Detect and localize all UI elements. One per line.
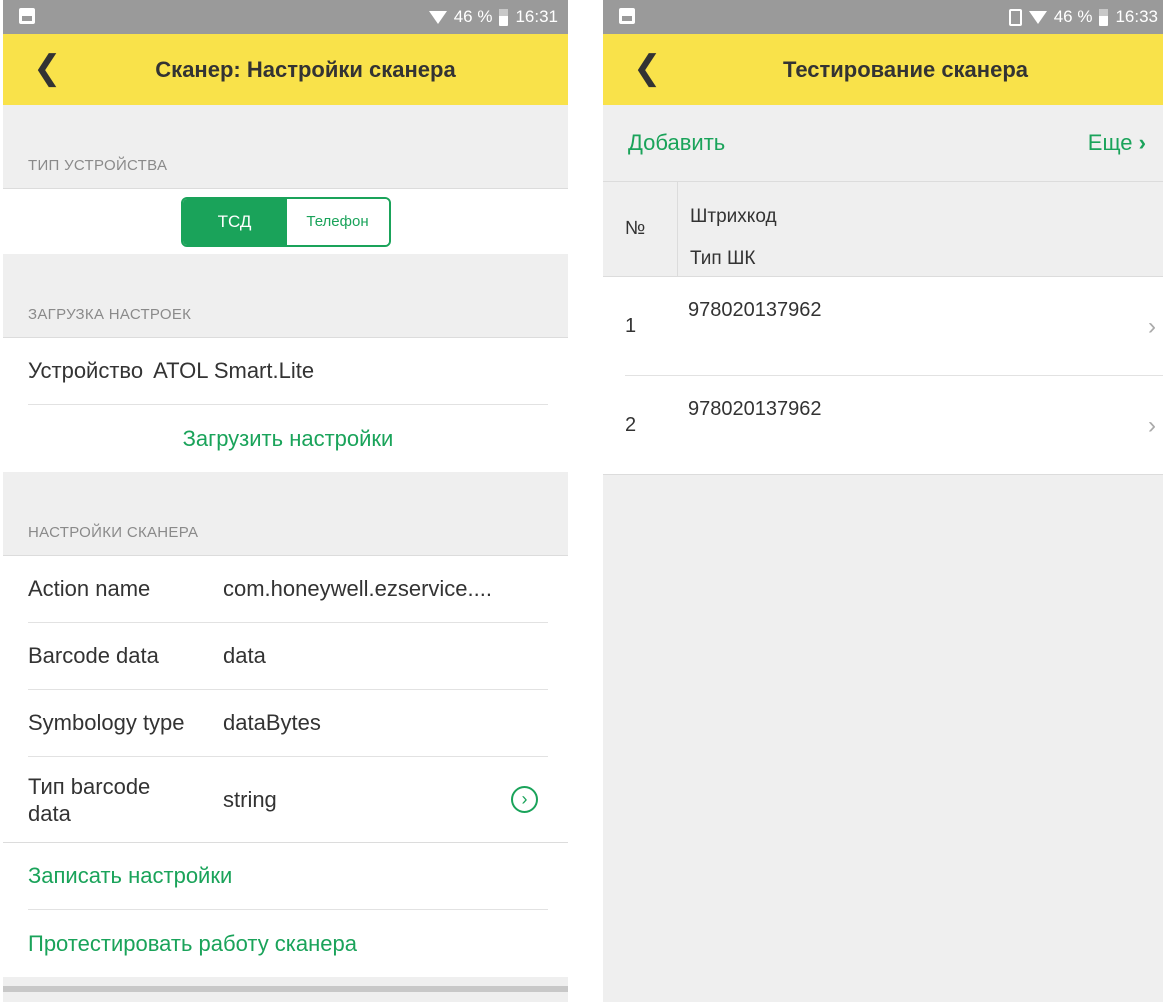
device-row: Устройство ATOL Smart.Lite (28, 338, 548, 405)
test-scanner-row: Протестировать работу сканера (28, 910, 548, 977)
chevron-right-circle-icon[interactable]: › (511, 786, 538, 813)
back-icon[interactable]: ❮ (33, 48, 62, 88)
app-bar: ❮ Сканер: Настройки сканера (3, 34, 568, 105)
save-settings-button[interactable]: Записать настройки (28, 863, 232, 889)
setting-row-barcode-data[interactable]: Barcode data data (28, 623, 548, 690)
scanner-test-screen: 46 % 16:33 ❮ Тестирование сканера Добави… (603, 0, 1163, 1002)
setting-value: string (223, 786, 277, 812)
toggle-tsd[interactable]: ТСД (182, 198, 287, 245)
row-barcode: 978020137962 (688, 299, 822, 321)
page-title: Сканер: Настройки сканера (155, 56, 456, 82)
load-settings-row: Загрузить настройки (28, 405, 548, 472)
settings-screen: 46 % 16:31 ❮ Сканер: Настройки сканера Т… (3, 0, 568, 1002)
more-button[interactable]: Еще › (1088, 130, 1146, 156)
setting-label: Action name (28, 576, 151, 601)
setting-label: Symbology type (28, 710, 185, 735)
save-settings-row: Записать настройки (28, 843, 548, 910)
section-heading-load: ЗАГРУЗКА НАСТРОЕК (3, 254, 568, 338)
chevron-right-icon: › (1148, 412, 1156, 439)
table-header: № Штрихкод Тип ШК (603, 182, 1163, 277)
section-heading-device-type: ТИП УСТРОЙСТВА (3, 105, 568, 189)
image-notification-icon (19, 8, 35, 24)
load-settings-button[interactable]: Загрузить настройки (183, 426, 394, 452)
more-label: Еще (1087, 130, 1133, 155)
setting-value: com.honeywell.ezservice.... (223, 576, 492, 601)
column-number: № (603, 182, 678, 276)
device-label: Устройство (28, 358, 144, 383)
battery-icon (499, 8, 509, 26)
image-notification-icon (619, 8, 635, 24)
table-row[interactable]: 2 978020137962 › (603, 376, 1163, 474)
command-bar: Добавить Еще › (603, 105, 1163, 182)
status-bar: 46 % 16:33 (603, 0, 1163, 34)
add-button[interactable]: Добавить (628, 130, 725, 156)
toggle-phone[interactable]: Телефон (286, 198, 389, 245)
row-number: 2 (625, 414, 637, 436)
clock: 16:31 (515, 7, 558, 26)
device-value: ATOL Smart.Lite (153, 358, 315, 383)
column-barcode-type: Тип ШК (690, 248, 756, 269)
app-bar: ❮ Тестирование сканера (603, 34, 1163, 105)
setting-label: Тип barcode data (28, 773, 151, 826)
wifi-icon (1028, 10, 1047, 24)
bottom-divider (3, 986, 568, 992)
setting-row-action-name[interactable]: Action name com.honeywell.ezservice.... (28, 556, 548, 623)
chevron-right-icon: › (1148, 313, 1156, 340)
setting-row-symbology-type[interactable]: Symbology type dataBytes (28, 690, 548, 757)
clock: 16:33 (1115, 7, 1158, 26)
setting-row-barcode-type[interactable]: Тип barcode data string › (28, 757, 548, 842)
setting-value: data (223, 643, 266, 668)
battery-percent: 46 % (1053, 7, 1093, 26)
column-barcode: Штрихкод (690, 206, 777, 227)
back-icon[interactable]: ❮ (633, 48, 662, 88)
setting-value: dataBytes (223, 710, 321, 735)
status-bar: 46 % 16:31 (3, 0, 568, 34)
setting-label: Barcode data (28, 643, 159, 668)
device-type-toggle: ТСД Телефон (180, 196, 391, 247)
row-number: 1 (625, 315, 637, 337)
battery-icon (1099, 8, 1109, 26)
table-row[interactable]: 1 978020137962 › (603, 277, 1163, 375)
page-title: Тестирование сканера (782, 56, 1028, 82)
section-heading-scanner: НАСТРОЙКИ СКАНЕРА (3, 472, 568, 556)
battery-percent: 46 % (453, 7, 493, 26)
wifi-icon (428, 10, 447, 24)
chevron-right-icon: › (1138, 130, 1146, 155)
vibrate-icon (1008, 8, 1022, 26)
test-scanner-button[interactable]: Протестировать работу сканера (28, 931, 357, 957)
row-barcode: 978020137962 (688, 398, 822, 420)
